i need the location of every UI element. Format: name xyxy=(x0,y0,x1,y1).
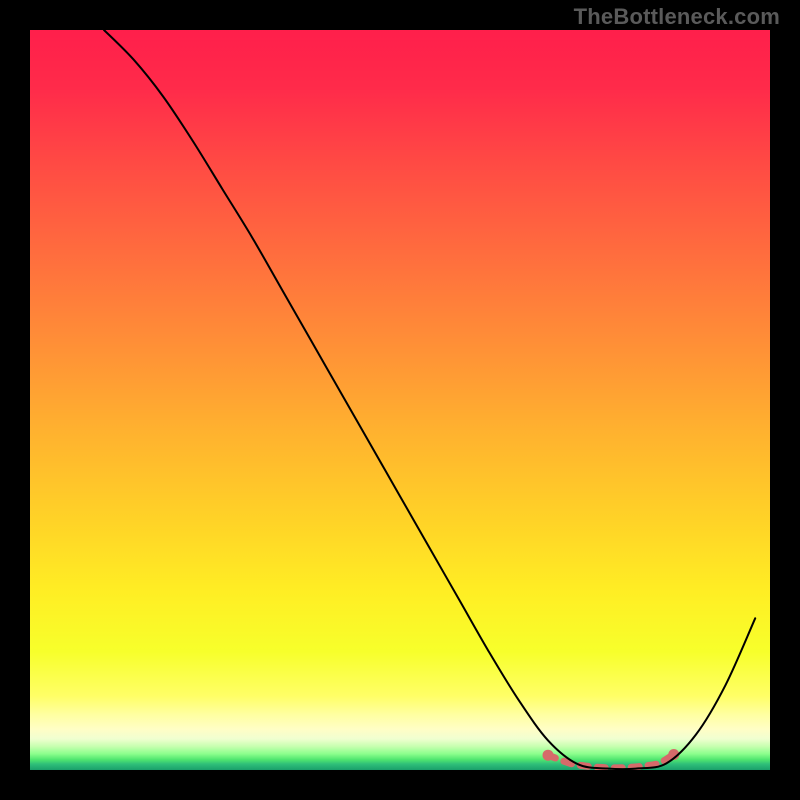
chart-svg xyxy=(30,30,770,770)
chart-frame: TheBottleneck.com xyxy=(0,0,800,800)
trough-marker-end xyxy=(543,750,554,761)
watermark-text: TheBottleneck.com xyxy=(574,4,780,30)
chart-background xyxy=(30,30,770,770)
chart-plot-area xyxy=(30,30,770,770)
